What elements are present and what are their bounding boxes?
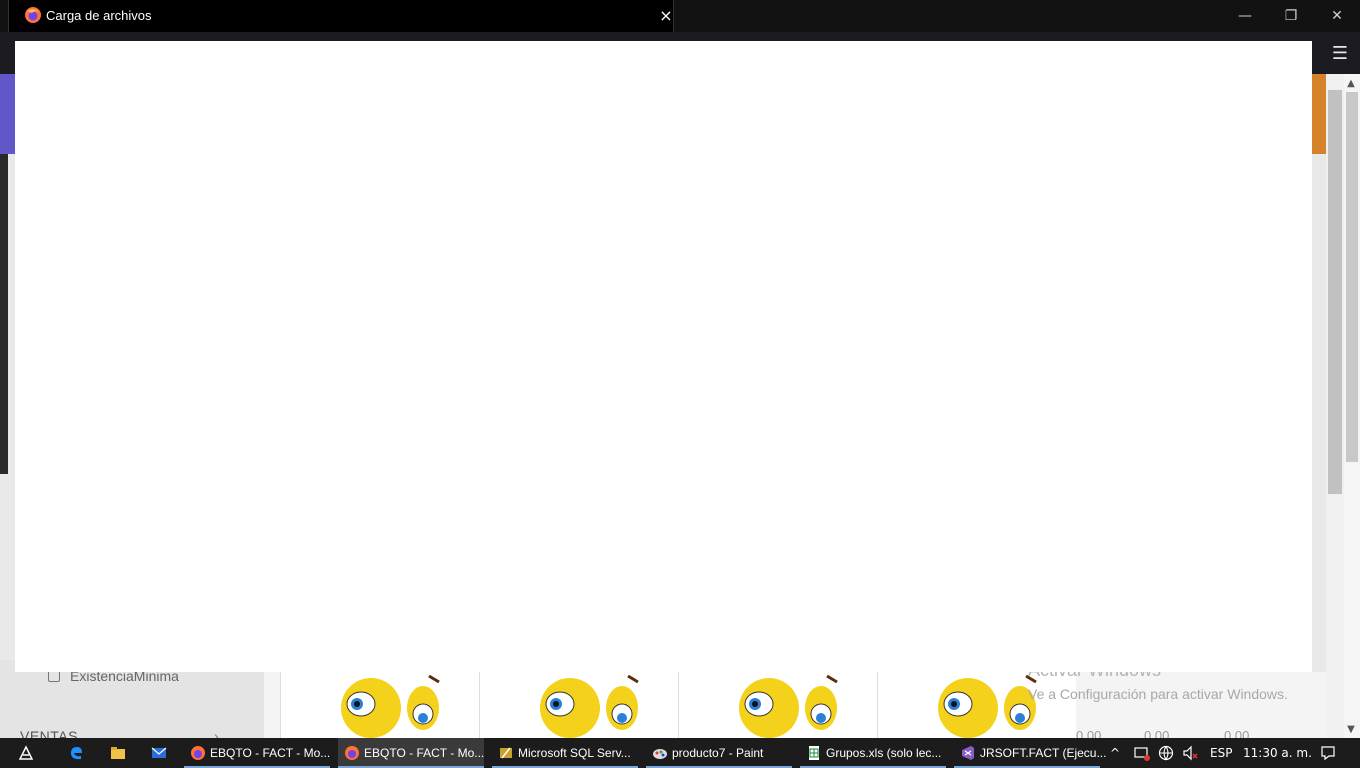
taskbar-item-firefox-2[interactable]: EBQTO - FACT - Mo...	[338, 738, 484, 768]
dialog-titlebar: Carga de archivos ×	[8, 0, 674, 32]
sql-server-icon	[500, 747, 512, 759]
edge-icon[interactable]	[68, 745, 84, 761]
globe-icon[interactable]	[1158, 745, 1174, 761]
emoji-image	[938, 674, 1037, 738]
firefox-icon	[345, 746, 359, 760]
taskbar-item-label: EBQTO - FACT - Mo...	[364, 746, 485, 760]
paint-icon	[653, 749, 667, 759]
file-explorer-icon[interactable]	[110, 745, 126, 761]
taskbar-item-spreadsheet[interactable]: Grupos.xls (solo lec...	[800, 738, 946, 768]
restore-button[interactable]: ❐	[1268, 0, 1314, 32]
emoji-image	[739, 674, 838, 738]
scroll-down-icon[interactable]: ▼	[1346, 724, 1356, 735]
left-strip	[0, 154, 8, 474]
close-icon[interactable]: ×	[657, 6, 675, 25]
product-card[interactable]	[280, 672, 479, 738]
product-card[interactable]	[479, 672, 678, 738]
taskbar-item-firefox-1[interactable]: EBQTO - FACT - Mo...	[184, 738, 330, 768]
taskbar-item-label: producto7 - Paint	[672, 746, 764, 760]
scroll-up-icon[interactable]: ▲	[1346, 78, 1356, 89]
visual-studio-icon	[962, 746, 974, 760]
product-card[interactable]	[877, 672, 1076, 738]
taskbar-item-visual-studio[interactable]: JRSOFT.FACT (Ejecu...	[954, 738, 1106, 768]
clock[interactable]: 11:30 a. m.	[1243, 738, 1312, 768]
emoji-image	[341, 674, 440, 738]
language-indicator[interactable]: ESP	[1210, 738, 1232, 768]
outer-scrollbar-thumb[interactable]	[1346, 92, 1358, 462]
taskbar-item-label: JRSOFT.FACT (Ejecu...	[980, 746, 1107, 760]
taskbar-item-label: Grupos.xls (solo lec...	[826, 746, 942, 760]
menu-icon[interactable]: ☰	[1326, 38, 1354, 68]
dialog-title: Carga de archivos	[46, 8, 152, 23]
taskbar-item-label: Microsoft SQL Serv...	[518, 746, 631, 760]
taskbar-item-paint[interactable]: producto7 - Paint	[646, 738, 792, 768]
emoji-image	[540, 674, 639, 738]
firefox-icon	[191, 746, 205, 760]
volume-muted-icon[interactable]	[1182, 745, 1198, 761]
notifications-icon[interactable]	[1320, 745, 1336, 761]
network-warning-icon[interactable]	[1134, 745, 1150, 761]
start-icon[interactable]	[18, 745, 34, 761]
page-scrollbar-thumb[interactable]	[1328, 90, 1342, 494]
mail-icon[interactable]	[151, 745, 167, 761]
activation-watermark-subtitle: Ve a Configuración para activar Windows.	[1028, 686, 1288, 702]
product-card[interactable]	[678, 672, 877, 738]
firefox-icon	[25, 7, 41, 23]
taskbar-item-sql-server[interactable]: Microsoft SQL Serv...	[492, 738, 638, 768]
browser-close-button[interactable]: ✕	[1314, 0, 1360, 32]
minimize-button[interactable]: —	[1222, 0, 1268, 32]
dialog-body[interactable]	[15, 41, 1312, 672]
taskbar-item-label: EBQTO - FACT - Mo...	[210, 746, 331, 760]
spreadsheet-icon	[809, 746, 819, 760]
chevron-up-icon[interactable]: ^	[1110, 738, 1120, 768]
